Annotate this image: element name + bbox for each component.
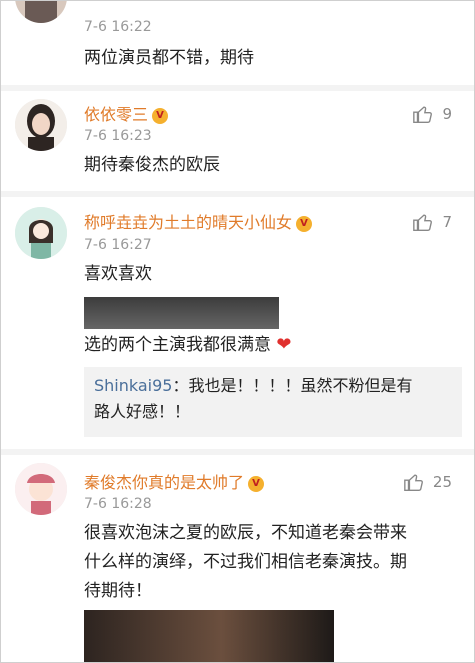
comment-text: 两位演员都不错，期待 [84, 48, 254, 68]
divider [1, 85, 474, 91]
avatar[interactable] [15, 207, 67, 259]
embedded-image[interactable] [84, 297, 279, 329]
comment-text: 待期待！ [84, 581, 152, 601]
embedded-image[interactable] [84, 610, 334, 662]
comment-time: 7-6 16:23 [84, 128, 152, 144]
avatar[interactable] [15, 99, 67, 151]
reply-quote[interactable]: Shinkai95：我也是！！！！虽然不粉但是有 路人好感！！ [84, 367, 462, 437]
reply-text: ：我也是！！！！虽然不粉但是有 [172, 376, 413, 395]
vip-crown-icon: V [152, 107, 169, 124]
comment-text-line: 选的两个主演我都很满意 [84, 335, 271, 355]
like-button[interactable]: 7 [412, 211, 452, 233]
divider [1, 191, 474, 197]
comment-text: 什么样的演绎，不过我们相信老秦演技。期 [84, 552, 407, 572]
thumbs-up-icon [404, 474, 423, 491]
comments-list: 7-6 16:22 两位演员都不错，期待 依依零三 V 9 7-6 16:23 期… [0, 0, 475, 663]
like-count: 25 [432, 473, 452, 491]
username-label: 秦俊杰你真的是太帅了 [84, 473, 245, 492]
vip-crown-icon: V [248, 475, 265, 492]
reply-text: 路人好感！！ [94, 402, 191, 421]
thumbs-up-icon [413, 214, 433, 231]
username-label: 称呼垚垚为土土的晴天小仙女 [84, 213, 293, 232]
comment-text: 喜欢喜欢 [84, 264, 152, 284]
comment-text: 期待秦俊杰的欧辰 [84, 155, 220, 175]
username[interactable]: 称呼垚垚为土土的晴天小仙女 V [84, 209, 313, 233]
username[interactable]: 秦俊杰你真的是太帅了 V [84, 469, 265, 493]
username[interactable]: 依依零三 V [84, 101, 169, 125]
comment-text: 很喜欢泡沫之夏的欧辰，不知道老秦会带来 [84, 523, 407, 543]
username-label: 依依零三 [84, 105, 149, 124]
avatar[interactable] [15, 1, 67, 23]
vip-crown-icon: V [296, 215, 313, 232]
like-count: 9 [442, 105, 452, 123]
like-button[interactable]: 25 [403, 471, 452, 493]
reply-username[interactable]: Shinkai95 [94, 376, 172, 395]
comment-time: 7-6 16:27 [84, 237, 152, 253]
avatar[interactable] [15, 463, 67, 515]
like-button[interactable]: 9 [412, 103, 452, 125]
like-count: 7 [442, 213, 452, 231]
comment-time: 7-6 16:22 [84, 19, 152, 35]
divider [1, 449, 474, 455]
heart-icon: ❤ [276, 334, 292, 355]
comment-time: 7-6 16:28 [84, 496, 152, 512]
comment-text: 选的两个主演我都很满意 ❤ [84, 330, 292, 360]
thumbs-up-icon [413, 106, 433, 123]
